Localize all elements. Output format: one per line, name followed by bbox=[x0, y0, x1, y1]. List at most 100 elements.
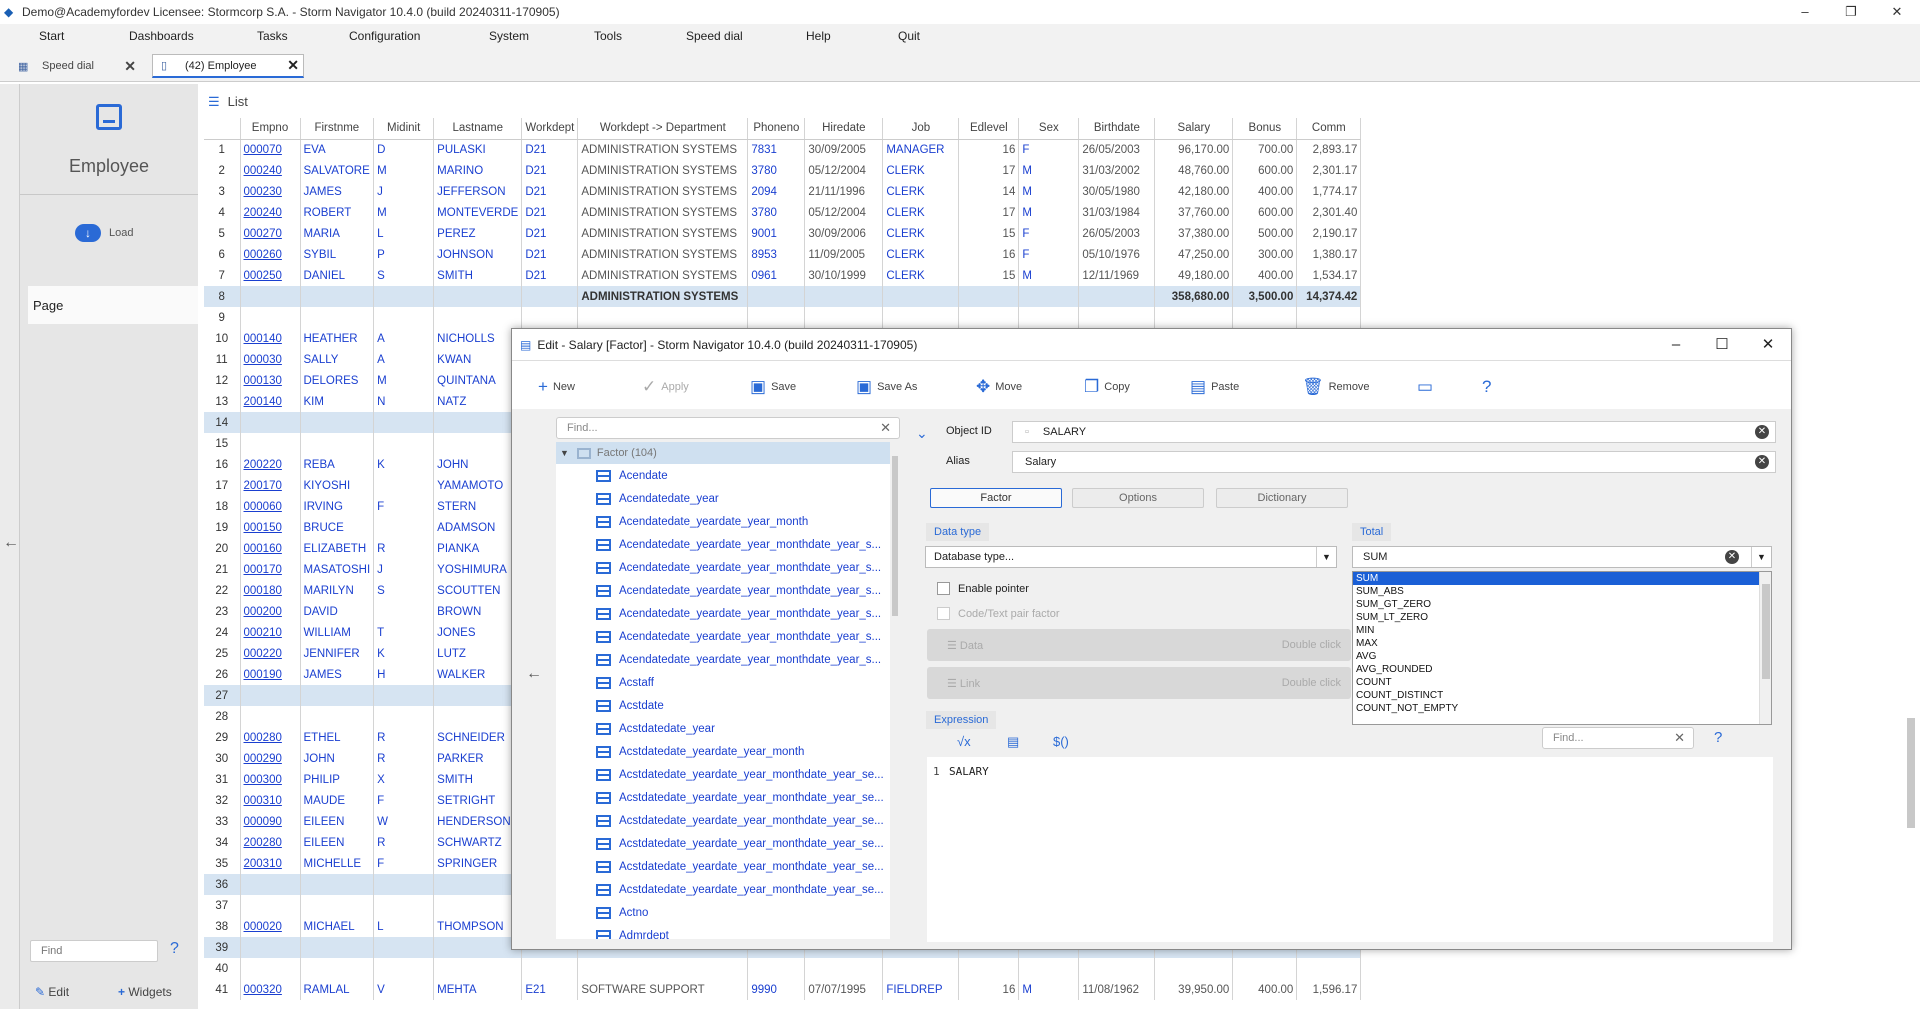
scroll-thumb[interactable] bbox=[1907, 718, 1915, 828]
column-header[interactable]: Phoneno bbox=[747, 118, 806, 140]
column-header[interactable]: Comm bbox=[1296, 118, 1362, 140]
table-cell[interactable]: 000300 bbox=[240, 769, 301, 790]
table-cell[interactable] bbox=[240, 286, 301, 307]
column-header[interactable]: Midinit bbox=[373, 118, 435, 140]
table-row[interactable]: 8 ADMINISTRATION SYSTEMS 358,680.00 3,500.0… bbox=[204, 286, 1362, 307]
clear-icon[interactable]: ✕ bbox=[880, 420, 891, 436]
table-row[interactable]: 1 000070 EVA D PULASKI D21 ADMINISTRATION SYST… bbox=[204, 139, 1362, 160]
table-cell[interactable] bbox=[240, 685, 301, 706]
dropdown-scrollbar[interactable] bbox=[1759, 572, 1771, 724]
expand-icon[interactable]: ▼ bbox=[560, 448, 569, 458]
variable-icon[interactable]: $() bbox=[1053, 734, 1069, 749]
page-item[interactable]: Page bbox=[28, 286, 198, 324]
table-cell[interactable]: 200280 bbox=[240, 832, 301, 853]
menu-icon[interactable]: ☰ bbox=[208, 94, 220, 109]
help-icon[interactable]: ? bbox=[170, 940, 179, 958]
tree-item[interactable]: Acendatedate_yeardate_year_monthdate_yea… bbox=[556, 533, 890, 556]
dropdown-option[interactable]: COUNT bbox=[1353, 676, 1771, 689]
table-icon[interactable]: ▤ bbox=[1007, 734, 1019, 750]
expression-find-input[interactable]: Find... ✕ bbox=[1542, 727, 1694, 749]
table-cell[interactable] bbox=[240, 706, 301, 727]
table-cell[interactable] bbox=[240, 433, 301, 454]
tree-find-input[interactable]: Find... ✕ bbox=[556, 417, 900, 439]
tree-item[interactable]: Acendatedate_yeardate_year_monthdate_yea… bbox=[556, 625, 890, 648]
load-button[interactable]: ↓ Load bbox=[75, 224, 133, 242]
table-cell[interactable]: 000220 bbox=[240, 643, 301, 664]
code-text-checkbox[interactable]: Code/Text pair factor bbox=[937, 607, 1060, 620]
tab-speed-dial[interactable]: ▦ Speed dial ✕ bbox=[10, 54, 140, 78]
dropdown-option[interactable]: AVG_ROUNDED bbox=[1353, 663, 1771, 676]
table-cell[interactable] bbox=[240, 307, 301, 328]
dropdown-option[interactable]: SUM_LT_ZERO bbox=[1353, 611, 1771, 624]
tree-item[interactable]: Actno bbox=[556, 901, 890, 924]
tree-item[interactable]: Acendatedate_yeardate_year_monthdate_yea… bbox=[556, 579, 890, 602]
table-cell[interactable]: 000210 bbox=[240, 622, 301, 643]
remove-button[interactable]: 🗑 Remove bbox=[1302, 377, 1370, 397]
tree-scrollbar[interactable] bbox=[890, 442, 900, 939]
checkbox-box[interactable] bbox=[937, 582, 950, 595]
menu-tasks[interactable]: Tasks bbox=[257, 29, 288, 43]
table-cell[interactable]: 200310 bbox=[240, 853, 301, 874]
tab-dictionary[interactable]: Dictionary bbox=[1216, 488, 1348, 508]
dropdown-option[interactable]: SUM bbox=[1353, 572, 1771, 585]
dropdown-option[interactable]: MAX bbox=[1353, 637, 1771, 650]
table-cell[interactable]: 000170 bbox=[240, 559, 301, 580]
clear-icon[interactable]: ✕ bbox=[1755, 455, 1769, 469]
scroll-thumb[interactable] bbox=[1762, 584, 1770, 679]
tree-item[interactable]: Acendatedate_year bbox=[556, 487, 890, 510]
table-cell[interactable]: 000280 bbox=[240, 727, 301, 748]
tree-item[interactable]: Acendatedate_yeardate_year_monthdate_yea… bbox=[556, 602, 890, 625]
checkbox-box[interactable] bbox=[937, 607, 950, 620]
tree-item[interactable]: Acstaff bbox=[556, 671, 890, 694]
table-cell[interactable] bbox=[240, 958, 301, 979]
column-header[interactable]: Birthdate bbox=[1078, 118, 1156, 140]
clear-icon[interactable]: ✕ bbox=[1755, 425, 1769, 439]
column-header[interactable]: Hiredate bbox=[804, 118, 884, 140]
vertical-scrollbar[interactable] bbox=[1905, 118, 1917, 1008]
table-row[interactable]: 9 bbox=[204, 307, 1362, 328]
dropdown-option[interactable]: COUNT_NOT_EMPTY bbox=[1353, 702, 1771, 715]
menu-dashboards[interactable]: Dashboards bbox=[129, 29, 194, 43]
data-field[interactable]: ☰ Data Double click bbox=[927, 629, 1351, 661]
dialog-minimize-button[interactable]: – bbox=[1653, 329, 1699, 361]
dialog-close-button[interactable]: ✕ bbox=[1745, 329, 1791, 361]
link-field[interactable]: ☰ Link Double click bbox=[927, 667, 1351, 699]
dropdown-option[interactable]: SUM_ABS bbox=[1353, 585, 1771, 598]
table-cell[interactable]: 000250 bbox=[240, 265, 301, 286]
minimize-button[interactable]: – bbox=[1782, 4, 1828, 20]
table-cell[interactable]: 000060 bbox=[240, 496, 301, 517]
total-select[interactable]: SUM ✕ ▼ bbox=[1352, 546, 1772, 568]
tree-item[interactable]: Acstdatedate_yeardate_year_monthdate_yea… bbox=[556, 809, 890, 832]
chevron-down-icon[interactable]: ▼ bbox=[1751, 547, 1771, 567]
tree-item[interactable]: Acstdatedate_yeardate_year_monthdate_yea… bbox=[556, 832, 890, 855]
widgets-button[interactable]: + Widgets bbox=[118, 985, 172, 999]
save-button[interactable]: ▣ Save bbox=[750, 377, 796, 397]
column-header[interactable]: Edlevel bbox=[958, 118, 1020, 140]
tree-item[interactable]: Acstdatedate_year bbox=[556, 717, 890, 740]
arrow-left-icon[interactable]: ← bbox=[3, 534, 19, 552]
tab-employee[interactable]: ▯ (42) Employee ✕ bbox=[152, 54, 304, 78]
tree-item[interactable]: Acendatedate_yeardate_year_month bbox=[556, 510, 890, 533]
table-cell[interactable]: 000030 bbox=[240, 349, 301, 370]
table-cell[interactable]: 000290 bbox=[240, 748, 301, 769]
table-cell[interactable]: 000180 bbox=[240, 580, 301, 601]
enable-pointer-checkbox[interactable]: Enable pointer bbox=[937, 582, 1029, 595]
close-tab-icon[interactable]: ✕ bbox=[287, 57, 299, 74]
tree-item[interactable]: Acendatedate_yeardate_year_monthdate_yea… bbox=[556, 556, 890, 579]
column-header[interactable]: Salary bbox=[1154, 118, 1234, 140]
apply-button[interactable]: ✓ Apply bbox=[642, 377, 689, 397]
column-header[interactable]: Job bbox=[882, 118, 960, 140]
column-header[interactable]: Lastname bbox=[433, 118, 523, 140]
copy-button[interactable]: ❐ Copy bbox=[1084, 377, 1130, 397]
table-cell[interactable]: 000090 bbox=[240, 811, 301, 832]
close-button[interactable]: ✕ bbox=[1874, 4, 1920, 20]
tab-options[interactable]: Options bbox=[1072, 488, 1204, 508]
table-cell[interactable]: 000160 bbox=[240, 538, 301, 559]
sqrt-icon[interactable]: √x bbox=[957, 734, 971, 749]
table-cell[interactable]: 000200 bbox=[240, 601, 301, 622]
help-icon[interactable]: ? bbox=[1714, 729, 1722, 746]
tree-item[interactable]: Acendate bbox=[556, 464, 890, 487]
table-cell[interactable]: 000190 bbox=[240, 664, 301, 685]
menu-help[interactable]: Help bbox=[806, 29, 831, 43]
table-row[interactable]: 3 000230 JAMES J JEFFERSON D21 ADMINISTRATION … bbox=[204, 181, 1362, 202]
